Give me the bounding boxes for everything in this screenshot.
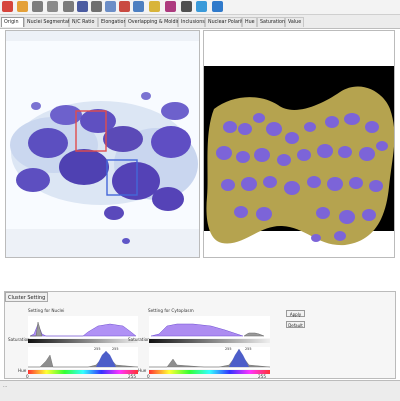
cytoplasm-histogram-graphic — [149, 316, 270, 338]
svg-text:255: 255 — [225, 347, 231, 351]
status-text: ... — [3, 384, 8, 389]
photo-icon[interactable] — [196, 1, 207, 12]
cursor-icon[interactable] — [91, 1, 102, 12]
nuclei-setting-label: Setting for Nuclei — [28, 308, 65, 313]
grid-icon[interactable] — [32, 1, 43, 12]
tab-value[interactable]: Value — [285, 17, 304, 27]
original-image-panel — [5, 30, 200, 258]
nuclei-histogram-graphic — [28, 316, 138, 338]
tab-nuclear-polarity[interactable]: Nuclear Polarity — [205, 17, 246, 27]
nuclei-hue-histogram: 255 255 — [28, 347, 138, 369]
default-button[interactable]: Default — [286, 321, 305, 328]
svg-text:255: 255 — [245, 347, 251, 351]
status-bar: ... — [0, 380, 400, 401]
tab-inclusions[interactable]: Inclusions — [178, 17, 205, 27]
zoom-icon[interactable] — [105, 1, 116, 12]
nuclei-saturation-label: Saturation — [8, 337, 30, 342]
tab-origin[interactable]: Origin — [1, 17, 24, 27]
tab-elongation[interactable]: Elongation — [98, 17, 127, 27]
bars-icon[interactable] — [133, 1, 144, 12]
cytoplasm-max-value: 255 — [258, 374, 266, 379]
nuclei-max-value: 255 — [128, 374, 136, 379]
shield-icon[interactable] — [212, 1, 223, 12]
nuclei-hue-label: Hue — [18, 368, 27, 373]
tab-nc-ratio[interactable]: N/C Ratio — [69, 17, 98, 27]
gear-icon[interactable] — [181, 1, 192, 12]
list-icon[interactable] — [47, 1, 58, 12]
nuclei-min-value: 0 — [26, 374, 29, 379]
cursor-icon[interactable] — [63, 1, 74, 12]
nuclei-hue-bar — [28, 370, 138, 374]
tab-saturation[interactable]: Saturation — [257, 17, 285, 27]
tab-nuclei-segmentation[interactable]: Nuclei Segmentation — [24, 17, 77, 27]
bookmark-icon[interactable] — [149, 1, 160, 12]
apply-button[interactable]: Apply — [286, 310, 305, 317]
cytoplasm-saturation-label: Saturation — [128, 337, 150, 342]
cluster-setting-tab[interactable]: Cluster Setting — [5, 292, 48, 302]
svg-text:255: 255 — [112, 347, 118, 351]
cytoplasm-min-value: 0 — [147, 374, 150, 379]
svg-text:255: 255 — [94, 347, 100, 351]
nuclei-gray-scale — [28, 339, 138, 343]
cytology-image — [6, 31, 199, 257]
chart-icon[interactable] — [165, 1, 176, 12]
tab-hue[interactable]: Hue — [242, 17, 257, 27]
red-doc-icon[interactable] — [119, 1, 130, 12]
search-icon[interactable] — [77, 1, 88, 12]
home-icon[interactable] — [2, 1, 13, 12]
cytoplasm-gray-scale — [149, 339, 270, 343]
segmentation-mask — [204, 31, 394, 257]
cytoplasm-hue-bar — [149, 370, 270, 374]
cytoplasm-hue-histogram: 255 255 — [149, 347, 270, 369]
top-toolbar — [0, 0, 400, 15]
cytoplasm-hue-label: Hue — [138, 368, 147, 373]
paint-icon[interactable] — [17, 1, 28, 12]
cytoplasm-setting-label: Setting for Cytoplasm — [148, 308, 194, 313]
tab-overlapping-molding[interactable]: Overlapping & Molding — [125, 17, 183, 27]
segmentation-panel — [203, 30, 395, 258]
tab-strip: Origin Nuclei Segmentation N/C Ratio Elo… — [0, 15, 400, 29]
